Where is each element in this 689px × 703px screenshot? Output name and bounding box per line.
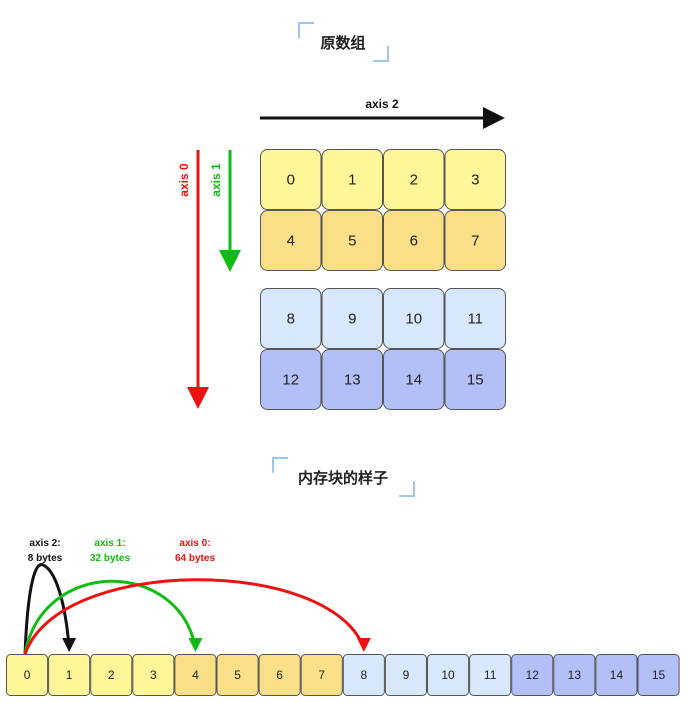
grid-cell: 13 bbox=[321, 349, 383, 410]
stride-axis-label: axis 1: bbox=[94, 538, 125, 549]
grid-cell-value: 7 bbox=[471, 233, 479, 250]
grid-cell: 0 bbox=[260, 149, 322, 210]
memory-cell: 0 bbox=[6, 654, 49, 696]
memory-cell: 14 bbox=[595, 654, 638, 696]
axis0-label: axis 0 bbox=[177, 163, 191, 197]
original-array-title: 原数组 bbox=[298, 22, 389, 62]
grid-cell: 9 bbox=[321, 288, 383, 349]
memory-cell: 12 bbox=[511, 654, 554, 696]
memory-cell-value: 4 bbox=[192, 668, 199, 682]
memory-cell-value: 0 bbox=[24, 668, 31, 682]
grid-cell: 15 bbox=[444, 349, 506, 410]
grid-cell-value: 5 bbox=[348, 233, 356, 250]
grid-cell-value: 10 bbox=[405, 311, 422, 328]
memory-cell: 5 bbox=[216, 654, 259, 696]
grid-cell: 1 bbox=[321, 149, 383, 210]
stride-bytes-label: 8 bytes bbox=[28, 553, 63, 564]
axis0-arrow: axis 0 bbox=[177, 150, 209, 409]
memory-cell-value: 5 bbox=[234, 668, 241, 682]
memory-cell-value: 14 bbox=[610, 668, 624, 682]
memory-cell-value: 8 bbox=[361, 668, 368, 682]
stride-bytes-label: 64 bytes bbox=[175, 553, 215, 564]
memory-cell: 13 bbox=[553, 654, 596, 696]
axis1-arrow: axis 1 bbox=[209, 150, 241, 272]
stride-arcs: axis 2: 8 bytes axis 1: 32 bytes axis 0: 64 b… bbox=[23, 538, 371, 655]
memory-cell: 1 bbox=[48, 654, 91, 696]
axis1-label: axis 1 bbox=[209, 163, 223, 197]
memory-layout-title: 内存块的样子 bbox=[272, 457, 415, 497]
grid-cell-value: 6 bbox=[410, 233, 418, 250]
grid-cell: 2 bbox=[383, 149, 445, 210]
memory-cell-value: 6 bbox=[276, 668, 283, 682]
grid-cell-value: 9 bbox=[348, 311, 356, 328]
grid-cell: 6 bbox=[383, 210, 445, 271]
array-grid: 0 1 2 34 5 6 78 9 10 1112 13 14 15 bbox=[260, 149, 506, 410]
axis2-label: axis 2 bbox=[365, 97, 399, 111]
grid-cell: 12 bbox=[260, 349, 322, 410]
memory-cell: 15 bbox=[637, 654, 680, 696]
memory-strip: 0 1 2 3 4 5 6 7 8 9 10 11 12 13 14 15 bbox=[6, 654, 680, 696]
memory-cell: 8 bbox=[342, 654, 385, 696]
memory-cell-value: 3 bbox=[150, 668, 157, 682]
stride-arc-0: axis 0: 64 bytes bbox=[23, 538, 371, 655]
memory-cell: 3 bbox=[132, 654, 175, 696]
grid-cell: 4 bbox=[260, 210, 322, 271]
grid-cell-value: 13 bbox=[344, 372, 361, 389]
grid-cell-value: 14 bbox=[405, 372, 422, 389]
title-bracket-left bbox=[298, 22, 314, 38]
grid-cell: 10 bbox=[383, 288, 445, 349]
grid-cell-value: 1 bbox=[348, 172, 356, 189]
memory-cell: 7 bbox=[300, 654, 343, 696]
memory-cell-value: 11 bbox=[484, 668, 497, 682]
memory-cell: 2 bbox=[90, 654, 133, 696]
grid-cell: 5 bbox=[321, 210, 383, 271]
memory-cell-value: 13 bbox=[568, 668, 582, 682]
memory-cell: 11 bbox=[469, 654, 512, 696]
memory-cell-value: 2 bbox=[108, 668, 115, 682]
memory-cell-value: 1 bbox=[66, 668, 73, 682]
grid-cell: 3 bbox=[444, 149, 506, 210]
memory-cell-value: 9 bbox=[403, 668, 410, 682]
grid-cell-value: 11 bbox=[467, 311, 483, 328]
memory-cell-value: 15 bbox=[652, 668, 666, 682]
memory-cell-value: 10 bbox=[441, 668, 455, 682]
memory-cell: 10 bbox=[427, 654, 470, 696]
grid-cell-value: 8 bbox=[287, 311, 295, 328]
memory-cell: 6 bbox=[258, 654, 301, 696]
grid-cell-value: 0 bbox=[287, 172, 295, 189]
memory-cell: 9 bbox=[384, 654, 427, 696]
memory-cell: 4 bbox=[174, 654, 217, 696]
memory-cell-value: 7 bbox=[318, 668, 325, 682]
title-bracket-right bbox=[373, 46, 389, 62]
memory-cell-value: 12 bbox=[526, 668, 540, 682]
grid-cell-value: 12 bbox=[282, 372, 299, 389]
grid-cell: 7 bbox=[444, 210, 506, 271]
stride-axis-label: axis 0: bbox=[179, 538, 210, 549]
axis2-arrow: axis 2 bbox=[260, 97, 505, 129]
grid-cell-value: 4 bbox=[287, 233, 295, 250]
grid-cell: 8 bbox=[260, 288, 322, 349]
grid-cell-value: 3 bbox=[471, 172, 479, 189]
stride-axis-label: axis 2: bbox=[29, 538, 60, 549]
original-array-title-text: 原数组 bbox=[320, 34, 365, 52]
memory-layout-title-text: 内存块的样子 bbox=[298, 469, 388, 487]
grid-cell-value: 2 bbox=[410, 172, 418, 189]
grid-cell-value: 15 bbox=[467, 372, 484, 389]
grid-cell: 14 bbox=[383, 349, 445, 410]
stride-bytes-label: 32 bytes bbox=[90, 553, 130, 564]
diagram-canvas: 原数组 axis 2 axis 0 axis 1 0 1 2 34 5 6 78 9 10 111… bbox=[6, 22, 680, 696]
title-bracket-right bbox=[399, 481, 415, 497]
grid-cell: 11 bbox=[444, 288, 506, 349]
title-bracket-left bbox=[272, 457, 288, 473]
